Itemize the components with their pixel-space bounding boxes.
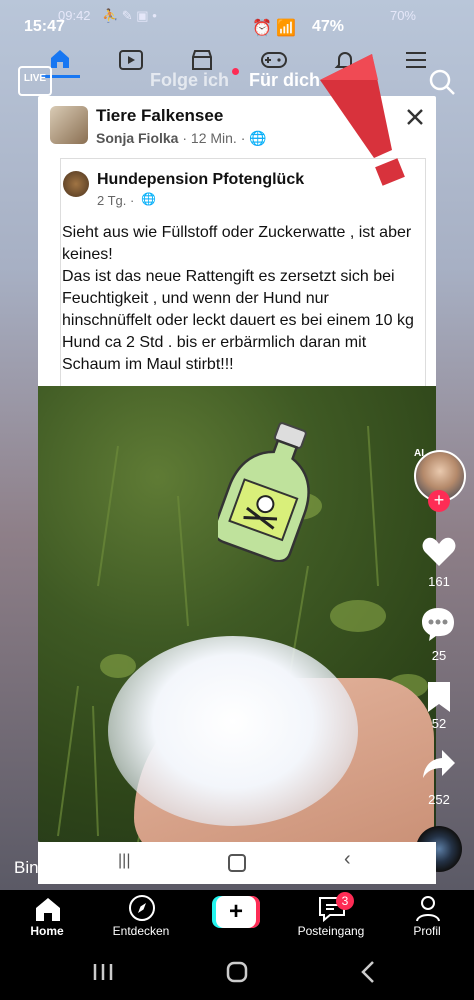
back-chevron-icon: ‹ xyxy=(344,848,351,870)
author-name[interactable]: Sonja Fiolka xyxy=(96,130,178,146)
system-nav-bar xyxy=(0,948,474,1000)
wifi-icon: 📶 xyxy=(276,20,296,37)
page-avatar[interactable] xyxy=(63,171,89,197)
shared-page-name[interactable]: Hundepension Pfotenglück xyxy=(97,171,304,189)
alarm-icon: ⏰ xyxy=(252,20,272,37)
nav-discover[interactable]: Entdecken xyxy=(96,890,186,948)
live-button[interactable]: LIVE xyxy=(18,66,52,96)
shared-time: 2 Tg. · xyxy=(97,193,135,208)
recents-icon: ||| xyxy=(118,852,131,869)
comment-count: 25 xyxy=(431,648,447,663)
nav-home[interactable]: Home xyxy=(2,890,92,948)
search-icon[interactable] xyxy=(428,68,456,96)
warning-exclamation-icon xyxy=(320,54,405,186)
group-avatar[interactable] xyxy=(50,106,88,144)
group-name[interactable]: Tiere Falkensee xyxy=(96,106,223,126)
inbox-badge: 3 xyxy=(336,892,354,910)
post-text: Sieht aus wie Füllstoff oder Zuckerwatte… xyxy=(62,224,414,373)
nav-profile-label: Profil xyxy=(413,924,441,938)
tab-following[interactable]: Folge ich xyxy=(150,70,229,91)
nav-profile[interactable]: Profil xyxy=(382,890,472,948)
create-button-face: + xyxy=(216,896,256,928)
tiktok-bottom-nav: Home Entdecken + 3 Posteingang Profil xyxy=(0,890,474,948)
live-dot xyxy=(232,68,239,75)
nav-inbox[interactable]: 3 Posteingang xyxy=(286,890,376,948)
home-button-icon[interactable] xyxy=(226,961,248,983)
clock: 15:47 xyxy=(24,18,65,35)
save-count: 52 xyxy=(431,716,447,731)
heart-icon[interactable] xyxy=(422,536,456,568)
share-icon[interactable] xyxy=(422,748,456,780)
nav-inbox-label: Posteingang xyxy=(297,924,365,938)
home-circle-icon xyxy=(228,854,246,872)
ai-badge: AI xyxy=(414,448,424,459)
recents-icon[interactable] xyxy=(92,962,114,982)
tab-for-you[interactable]: Für dich xyxy=(249,70,320,91)
comment-icon[interactable] xyxy=(420,606,456,642)
create-button[interactable]: + xyxy=(212,896,260,928)
facebook-post-card: Tiere Falkensee Sonja Fiolka · 12 Min. ·… xyxy=(38,96,436,842)
status-bar: 15:47 ⏰ 📶 47% xyxy=(24,18,454,40)
profile-icon xyxy=(416,896,440,922)
inner-system-nav: ||| ‹ xyxy=(38,842,436,884)
bookmark-icon[interactable] xyxy=(426,680,452,714)
home-icon xyxy=(36,898,60,921)
post-photo[interactable] xyxy=(38,386,436,842)
compass-icon xyxy=(129,895,155,921)
white-fluff xyxy=(108,636,358,826)
post-time: · 12 Min. · xyxy=(182,130,246,146)
globe-icon: 🌐 xyxy=(141,192,156,206)
poison-bottle-sticker xyxy=(218,422,310,562)
like-count: 161 xyxy=(428,574,450,589)
nav-home-label: Home xyxy=(30,924,64,938)
globe-icon: 🌐 xyxy=(249,130,267,146)
share-count: 252 xyxy=(428,792,450,807)
battery-text: 47% xyxy=(312,18,345,35)
back-icon[interactable] xyxy=(360,960,376,984)
follow-button[interactable]: + xyxy=(428,490,450,512)
post-meta: Sonja Fiolka · 12 Min. · 🌐 xyxy=(96,130,267,147)
nav-discover-label: Entdecken xyxy=(112,924,170,938)
